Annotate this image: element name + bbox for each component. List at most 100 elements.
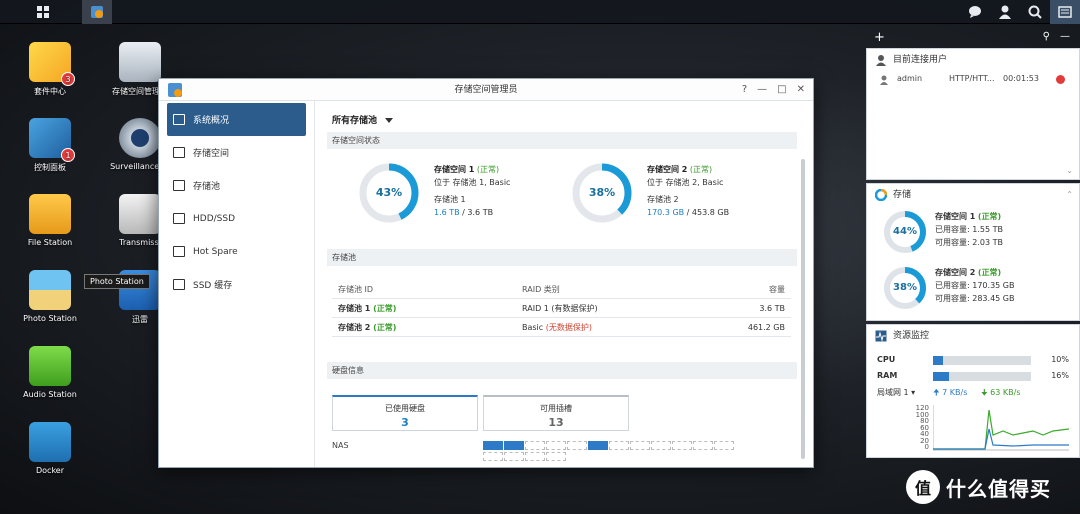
total-capacity: 453.8 GB <box>691 208 730 217</box>
disk-card-label: 已使用硬盘 <box>385 404 425 413</box>
disk-slot[interactable] <box>588 441 608 450</box>
add-widget-icon[interactable]: + <box>874 30 885 45</box>
sidebar-item-label: SSD 缓存 <box>193 281 233 291</box>
disk-slot[interactable] <box>672 441 692 450</box>
widget-panel: + ⚲ — 目前连接用户 admin HTTP/HTT... 00:01:53 … <box>866 28 1080 461</box>
sidebar-item-label: 系统概况 <box>193 116 230 126</box>
disk-slot[interactable] <box>567 441 587 450</box>
disk-slot[interactable] <box>630 441 650 450</box>
sidebar-item-label: 存储空间 <box>193 149 230 159</box>
desktop-icon-label: 套件中心 <box>34 87 66 96</box>
volume-pool: 存储池 1 <box>434 195 466 204</box>
main-menu-button[interactable] <box>28 0 58 24</box>
widget-resource-monitor: 资源监控 CPU 10% RAM 16% 局域网 1 ▾ 🠉 7 KB/s 🠋 … <box>866 324 1080 458</box>
desktop-icon-label: Audio Station <box>23 390 77 399</box>
sidebar-item-ssd-cache[interactable]: SSD 缓存 <box>159 268 314 301</box>
desktop-icon-label: File Station <box>27 238 73 247</box>
desktop-icon-control-panel[interactable]: 1 控制面板 <box>10 118 90 173</box>
search-button[interactable] <box>1020 0 1050 24</box>
desktop-icon-photo-station[interactable]: Photo Station <box>10 270 90 323</box>
storage-manager-icon <box>91 6 103 18</box>
used-value: 1.55 TB <box>972 225 1003 234</box>
list-item[interactable]: admin HTTP/HTT... 00:01:53 <box>867 71 1079 91</box>
widgets-button[interactable] <box>1050 0 1080 24</box>
desktop-icon-audio-station[interactable]: Audio Station <box>10 346 90 399</box>
help-button[interactable]: ? <box>742 79 747 101</box>
disk-card-value: 3 <box>401 416 409 429</box>
disk-slot[interactable] <box>546 452 566 461</box>
col-header-id: 存储池 ID <box>338 285 374 294</box>
disk-slot[interactable] <box>714 441 734 450</box>
desktop-icon-package-center[interactable]: 3 套件中心 <box>10 42 90 97</box>
sidebar-item-label: Hot Spare <box>193 246 238 257</box>
disk-slot[interactable] <box>546 441 566 450</box>
chevron-down-icon[interactable]: ⌄ <box>1066 166 1073 175</box>
user-button[interactable] <box>990 0 1020 24</box>
volume-location: 位于 存储池 1, Basic <box>434 178 511 187</box>
sidebar-item-pool[interactable]: 存储池 <box>159 169 314 202</box>
status-badge: (正常) <box>373 304 397 313</box>
pin-icon[interactable]: ⚲ <box>1043 31 1050 42</box>
raid-note: (无数据保护) <box>545 323 592 332</box>
y-tick: 0 <box>924 443 929 451</box>
chevron-up-icon[interactable]: ⌃ <box>1066 184 1073 206</box>
disconnect-icon[interactable] <box>1056 75 1065 84</box>
disk-slot[interactable] <box>504 441 524 450</box>
used-capacity: 170.3 GB <box>647 208 685 217</box>
window-title: 存储空间管理员 <box>454 85 518 95</box>
close-button[interactable]: ✕ <box>797 79 805 101</box>
desktop-icon-docker[interactable]: Docker <box>10 422 90 475</box>
disk-slot[interactable] <box>483 452 503 461</box>
volume-card-2[interactable]: 38% 存储空间 2 (正常) 位于 存储池 2, Basic 存储池 2 17… <box>572 163 782 233</box>
maximize-button[interactable]: □ <box>777 79 786 101</box>
notification-button[interactable] <box>960 0 990 24</box>
free-value: 2.03 TB <box>972 238 1003 247</box>
minimize-button[interactable]: — <box>757 79 767 101</box>
free-value: 283.45 GB <box>972 294 1015 303</box>
tooltip: Photo Station <box>84 274 150 289</box>
user-time: 00:01:53 <box>1003 74 1039 83</box>
table-row[interactable]: 存储池 1 (正常) RAID 1 (有数据保护) 3.6 TB <box>332 299 791 318</box>
sidebar-item-hdd[interactable]: HDD/SSD <box>159 202 314 235</box>
disk-slot[interactable] <box>693 441 713 450</box>
collapse-icon[interactable]: — <box>1060 31 1070 42</box>
network-graph <box>933 405 1069 451</box>
ram-percent: 16% <box>1051 371 1069 380</box>
sidebar-item-overview[interactable]: 系统概况 <box>167 103 306 136</box>
sidebar-item-hot-spare[interactable]: Hot Spare <box>159 235 314 268</box>
disk-card-free[interactable]: 可用插槽 13 <box>483 395 629 431</box>
usage-percent: 43% <box>375 186 403 199</box>
desktop-icon-file-station[interactable]: File Station <box>10 194 90 247</box>
pool-capacity: 461.2 GB <box>747 323 785 332</box>
ram-label: RAM <box>877 371 898 380</box>
sidebar-item-volume[interactable]: 存储空间 <box>159 136 314 169</box>
raid-type: Basic <box>522 323 544 332</box>
table-row[interactable]: 存储池 2 (正常) Basic (无数据保护) 461.2 GB <box>332 318 791 337</box>
network-label: 局域网 1 <box>877 388 909 397</box>
desktop-icon-label: Docker <box>35 466 64 475</box>
disk-slot[interactable] <box>525 441 545 450</box>
disk-slot[interactable] <box>609 441 629 450</box>
volume-card-1[interactable]: 43% 存储空间 1 (正常) 位于 存储池 1, Basic 存储池 1 1.… <box>359 163 569 233</box>
window-titlebar[interactable]: 存储空间管理员 ? — □ ✕ <box>159 79 813 101</box>
storage-manager-window: 存储空间管理员 ? — □ ✕ 系统概况 存储空间 存储池 HDD/SSD Ho… <box>158 78 814 468</box>
grid-icon <box>37 6 49 18</box>
pool-table: 存储池 ID RAID 类别 容量 存储池 1 (正常) RAID 1 (有数据… <box>332 280 791 337</box>
hdd-icon <box>173 213 185 224</box>
disk-slot[interactable] <box>525 452 545 461</box>
pool-selector[interactable]: 所有存储池 <box>332 113 394 126</box>
disk-slot[interactable] <box>483 441 503 450</box>
volume-icon <box>173 147 185 158</box>
cpu-bar <box>933 356 1031 365</box>
usage-percent: 38% <box>893 282 917 293</box>
disk-slot[interactable] <box>504 452 524 461</box>
used-label: 已用容量: <box>935 281 970 290</box>
folder-icon <box>29 194 71 234</box>
disk-card-used[interactable]: 已使用硬盘 3 <box>332 395 478 431</box>
taskbar-storage-manager[interactable] <box>82 0 112 24</box>
disk-card-value: 13 <box>548 416 564 429</box>
disk-slot[interactable] <box>651 441 671 450</box>
network-selector[interactable]: 局域网 1 ▾ <box>877 387 915 398</box>
volume-name: 存储空间 2 <box>935 268 976 277</box>
scrollbar[interactable] <box>801 159 805 459</box>
